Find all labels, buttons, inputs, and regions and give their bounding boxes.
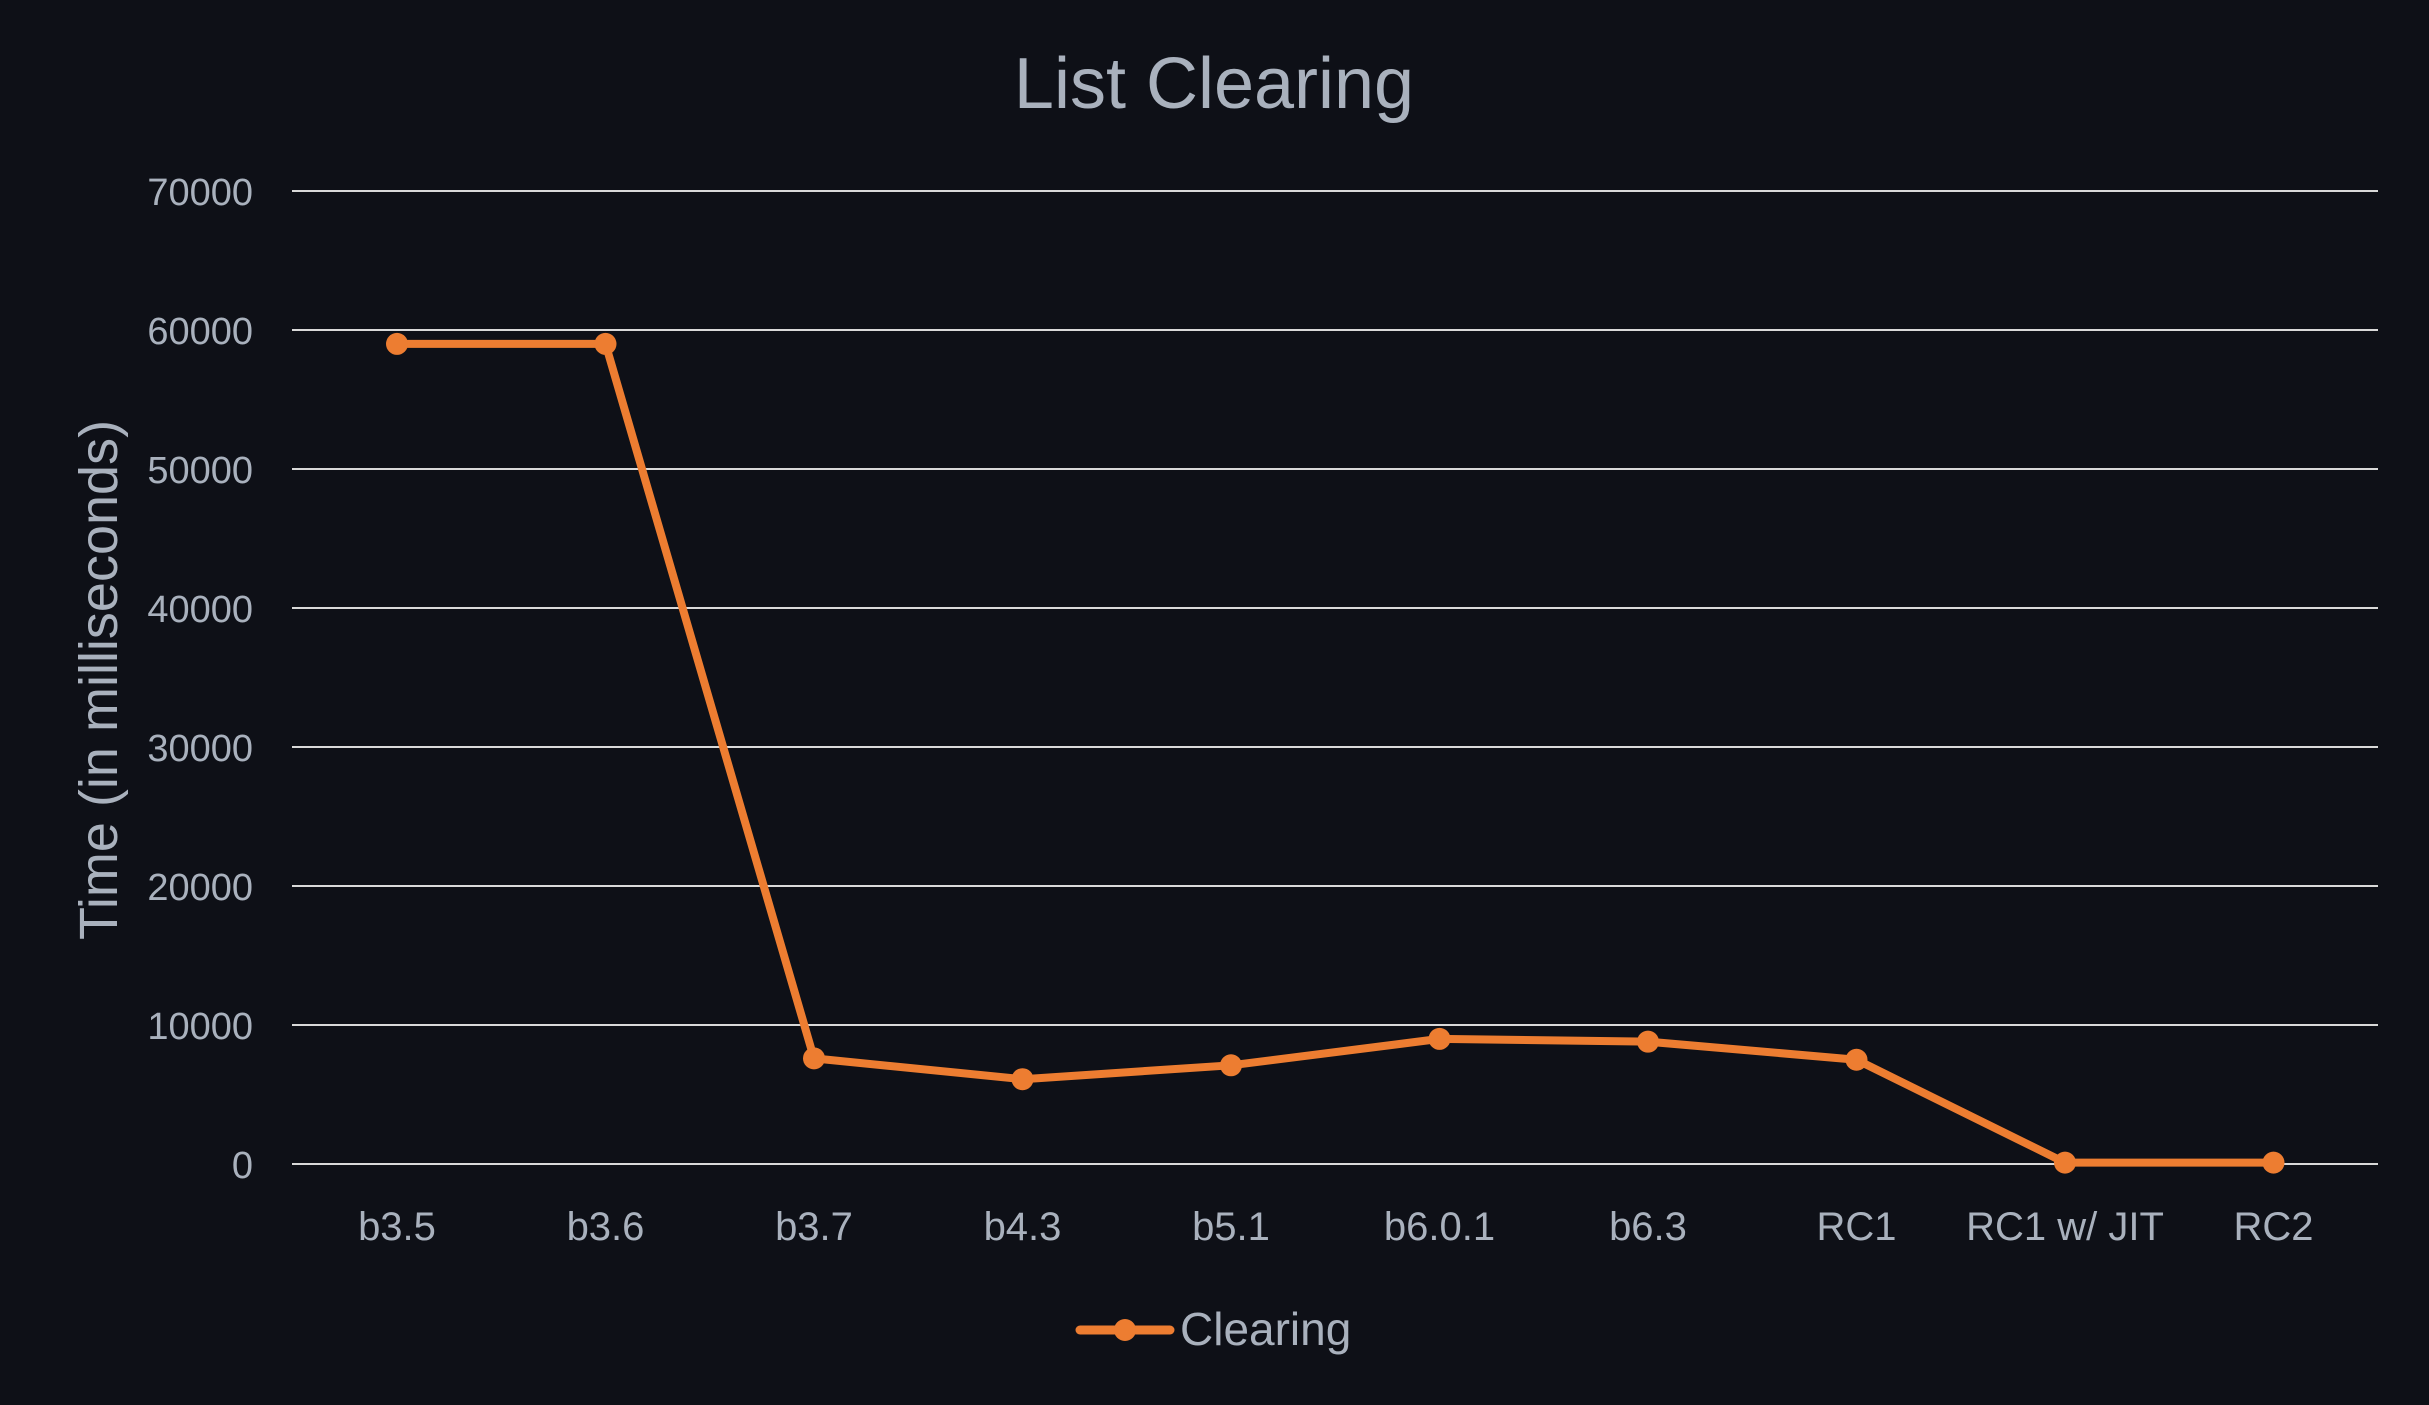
data-point [1428, 1027, 1451, 1050]
data-point [594, 332, 617, 355]
y-tick-label: 10000 [147, 1006, 253, 1048]
x-tick-label: RC2 [2233, 1205, 2313, 1249]
y-tick-label: 20000 [147, 867, 253, 909]
line-chart: List Clearing Time (in milliseconds) 0 10… [0, 0, 2429, 1405]
data-point [1011, 1068, 1034, 1091]
x-tick-label: b5.1 [1192, 1205, 1270, 1249]
data-point [1845, 1048, 1868, 1071]
data-point [2262, 1151, 2285, 1174]
data-point [1637, 1030, 1659, 1053]
y-tick-label: 30000 [147, 728, 253, 770]
x-tick-label: RC1 [1816, 1205, 1896, 1249]
y-tick-label: 0 [232, 1145, 253, 1187]
x-tick-label: b3.7 [775, 1205, 853, 1249]
y-tick-label: 70000 [147, 172, 253, 214]
y-tick-label: 50000 [147, 450, 253, 492]
x-tick-label: b6.3 [1609, 1205, 1687, 1249]
data-point [803, 1047, 825, 1070]
x-tick-label: b3.6 [567, 1205, 645, 1249]
y-axis-label: Time (in milliseconds) [69, 420, 129, 940]
x-tick-label: RC1 w/ JIT [1966, 1205, 2164, 1249]
data-point [2054, 1151, 2076, 1174]
x-tick-label: b4.3 [984, 1205, 1062, 1249]
legend-label: Clearing [1180, 1303, 1351, 1355]
y-tick-label: 60000 [147, 311, 253, 353]
y-tick-label: 40000 [147, 589, 253, 631]
chart-title: List Clearing [1014, 44, 1414, 124]
legend-point-marker [1114, 1319, 1136, 1341]
chart-background [0, 0, 2429, 1405]
x-tick-label: b3.5 [358, 1205, 436, 1249]
data-point [386, 332, 408, 355]
data-point [1220, 1054, 1242, 1077]
x-tick-label: b6.0.1 [1384, 1205, 1495, 1249]
